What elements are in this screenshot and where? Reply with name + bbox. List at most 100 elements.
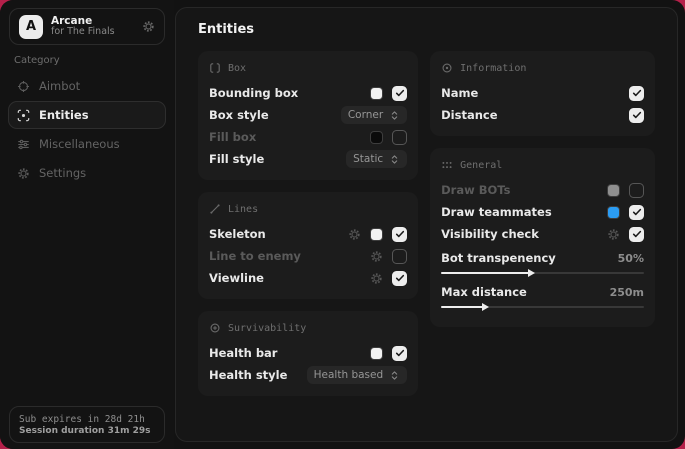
row-label: Viewline	[209, 271, 370, 285]
slider-max-distance: Max distance 250m	[441, 283, 644, 311]
scan-icon	[17, 109, 30, 122]
row-label: Fill style	[209, 152, 346, 166]
fill-style-dropdown[interactable]: Static	[346, 150, 407, 168]
checkbox-fill-box[interactable]	[392, 130, 407, 145]
check-icon	[631, 206, 643, 218]
group-lines: Lines Skeleton Line to en	[198, 192, 418, 299]
gear-icon	[17, 167, 30, 180]
slider-fill	[441, 272, 530, 274]
gear-icon[interactable]	[370, 250, 383, 263]
row-health-bar: Health bar	[209, 342, 407, 364]
group-box: Box Bounding box Box style	[198, 51, 418, 180]
category-label: Category	[14, 55, 60, 66]
color-swatch[interactable]	[607, 184, 620, 197]
diagonal-line-icon	[209, 203, 221, 215]
checkbox-health-bar[interactable]	[392, 346, 407, 361]
checkbox-draw-teammates[interactable]	[629, 205, 644, 220]
slider-thumb[interactable]	[482, 303, 489, 311]
box-style-dropdown[interactable]: Corner	[341, 106, 407, 124]
group-title: Box	[228, 63, 246, 74]
check-icon	[631, 228, 643, 240]
color-swatch[interactable]	[370, 131, 383, 144]
grid-dots-icon	[441, 159, 453, 171]
chevron-up-down-icon	[389, 370, 400, 381]
row-viewline: Viewline	[209, 267, 407, 289]
main-panel: Entities Box Bounding box	[175, 7, 678, 442]
row-box-style: Box style Corner	[209, 104, 407, 126]
row-label: Box style	[209, 108, 341, 122]
checkbox-bounding-box[interactable]	[392, 86, 407, 101]
app-window: A Arcane for The Finals Category Aimbot …	[0, 0, 685, 449]
check-icon	[394, 87, 406, 99]
gear-icon[interactable]	[348, 228, 361, 241]
group-title: Information	[460, 63, 526, 74]
sidebar-item-aimbot[interactable]: Aimbot	[8, 72, 166, 100]
row-label: Draw teammates	[441, 205, 607, 219]
row-draw-teammates: Draw teammates	[441, 201, 644, 223]
row-label: Line to enemy	[209, 249, 370, 263]
sidebar-item-entities[interactable]: Entities	[8, 101, 166, 129]
row-draw-bots: Draw BOTs	[441, 179, 644, 201]
group-general: General Draw BOTs Draw teammates	[430, 148, 655, 327]
row-health-style: Health style Health based	[209, 364, 407, 386]
box-brackets-icon	[209, 62, 221, 74]
sidebar-item-label: Miscellaneous	[39, 137, 120, 151]
group-title: Survivability	[228, 323, 306, 334]
group-information: Information Name Distance	[430, 51, 655, 136]
checkbox-skeleton[interactable]	[392, 227, 407, 242]
checkbox-name[interactable]	[629, 86, 644, 101]
check-icon	[631, 109, 643, 121]
color-swatch[interactable]	[607, 206, 620, 219]
information-icon	[441, 62, 453, 74]
color-swatch[interactable]	[370, 347, 383, 360]
row-label: Skeleton	[209, 227, 348, 241]
checkbox-visibility-check[interactable]	[629, 227, 644, 242]
page-title: Entities	[198, 22, 665, 37]
slider-bot-transparency: Bot transpenency 50%	[441, 249, 644, 277]
checkbox-line-to-enemy[interactable]	[392, 249, 407, 264]
row-label: Draw BOTs	[441, 183, 607, 197]
sidebar-nav: Aimbot Entities Miscellaneous Settings	[8, 72, 166, 187]
app-subtitle: for The Finals	[51, 27, 134, 38]
slider-fill	[441, 306, 484, 308]
row-name: Name	[441, 82, 644, 104]
sliders-icon	[17, 138, 30, 151]
gear-icon[interactable]	[142, 20, 155, 33]
chevron-up-down-icon	[389, 110, 400, 121]
checkbox-distance[interactable]	[629, 108, 644, 123]
app-logo: A	[19, 15, 43, 39]
slider-label: Max distance	[441, 285, 609, 299]
row-visibility-check: Visibility check	[441, 223, 644, 245]
sidebar-item-label: Settings	[39, 166, 86, 180]
check-icon	[394, 228, 406, 240]
row-skeleton: Skeleton	[209, 223, 407, 245]
color-swatch[interactable]	[370, 87, 383, 100]
slider-thumb[interactable]	[528, 269, 535, 277]
app-header-card: A Arcane for The Finals	[9, 8, 165, 45]
row-label: Bounding box	[209, 86, 370, 100]
gear-icon[interactable]	[607, 228, 620, 241]
group-title: Lines	[228, 204, 258, 215]
slider-track[interactable]	[441, 303, 644, 311]
row-fill-style: Fill style Static	[209, 148, 407, 170]
dropdown-value: Static	[353, 153, 383, 165]
row-label: Health style	[209, 368, 307, 382]
row-label: Visibility check	[441, 227, 607, 241]
check-icon	[394, 347, 406, 359]
sidebar-item-miscellaneous[interactable]: Miscellaneous	[8, 130, 166, 158]
health-style-dropdown[interactable]: Health based	[307, 366, 408, 384]
slider-value: 50%	[618, 252, 644, 265]
slider-track[interactable]	[441, 269, 644, 277]
group-title: General	[460, 160, 502, 171]
check-icon	[631, 87, 643, 99]
sidebar-item-label: Aimbot	[39, 79, 80, 93]
sidebar-item-settings[interactable]: Settings	[8, 159, 166, 187]
checkbox-viewline[interactable]	[392, 271, 407, 286]
chevron-up-down-icon	[389, 154, 400, 165]
group-survivability: Survivability Health bar Health style	[198, 311, 418, 396]
slider-value: 250m	[610, 286, 644, 299]
color-swatch[interactable]	[370, 228, 383, 241]
checkbox-draw-bots[interactable]	[629, 183, 644, 198]
slider-label: Bot transpenency	[441, 251, 618, 265]
gear-icon[interactable]	[370, 272, 383, 285]
